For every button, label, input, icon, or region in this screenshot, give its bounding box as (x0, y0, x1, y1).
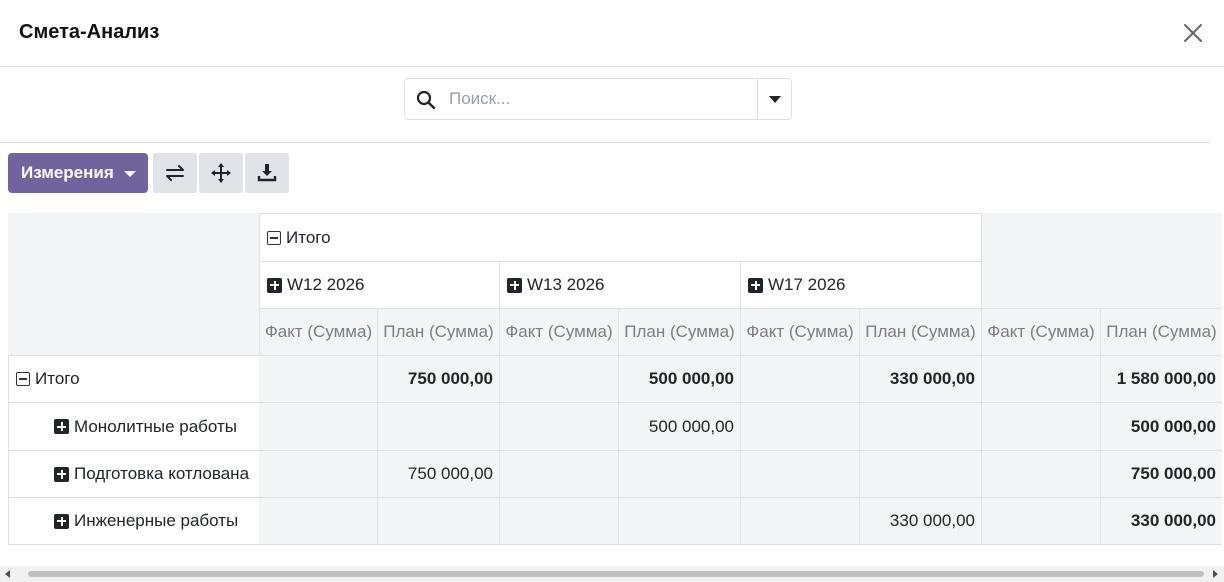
divider (0, 142, 1210, 143)
row-header[interactable]: Монолитные работы (8, 403, 260, 451)
pivot-cell[interactable]: 750 000,00 (378, 356, 500, 403)
pivot-cell[interactable] (619, 498, 741, 545)
search-bar (404, 78, 792, 120)
expand-all-icon (211, 163, 231, 183)
horizontal-scrollbar[interactable] (0, 566, 1224, 582)
pivot-cell[interactable]: 750 000,00 (1101, 451, 1222, 498)
plus-square-icon (267, 277, 282, 293)
row-header-label: Монолитные работы (74, 416, 237, 436)
close-button[interactable] (1178, 18, 1208, 48)
pivot-cell[interactable] (982, 498, 1101, 545)
measure-header[interactable]: План (Сумма) (619, 309, 741, 356)
pivot-cell[interactable] (982, 356, 1101, 403)
pivot-cell[interactable] (259, 403, 378, 451)
pivot-cell[interactable] (741, 498, 860, 545)
pivot-cell[interactable] (860, 403, 982, 451)
minus-square-icon (16, 372, 30, 386)
pivot-cell[interactable] (500, 356, 619, 403)
download-button[interactable] (245, 153, 289, 193)
row-header-total[interactable]: Итого (8, 356, 260, 403)
col-header-group[interactable]: W13 2026 (500, 262, 741, 309)
pivot-cell[interactable]: 500 000,00 (1101, 403, 1222, 451)
col-header-filler (982, 213, 1222, 309)
pivot-cell[interactable] (378, 403, 500, 451)
measure-header[interactable]: План (Сумма) (378, 309, 500, 356)
pivot-cell[interactable] (259, 356, 378, 403)
pivot-corner (8, 213, 260, 356)
pivot-cell[interactable] (741, 356, 860, 403)
measure-header[interactable]: Факт (Сумма) (741, 309, 860, 356)
pivot-cell[interactable] (259, 498, 378, 545)
pivot-cell[interactable] (500, 498, 619, 545)
expand-all-button[interactable] (199, 153, 243, 193)
pivot-cell[interactable]: 330 000,00 (860, 498, 982, 545)
measure-header[interactable]: Факт (Сумма) (500, 309, 619, 356)
measure-header[interactable]: Факт (Сумма) (259, 309, 378, 356)
row-header[interactable]: Инженерные работы (8, 498, 260, 545)
scroll-right-icon[interactable] (1213, 570, 1218, 578)
pivot-cell[interactable] (741, 451, 860, 498)
col-header-group[interactable]: W17 2026 (741, 262, 982, 309)
pivot-cell[interactable] (982, 451, 1101, 498)
minus-square-icon (267, 230, 281, 245)
plus-square-icon (748, 277, 763, 293)
pivot-cell[interactable] (860, 451, 982, 498)
pivot-cell[interactable]: 750 000,00 (378, 451, 500, 498)
search-icon (416, 90, 436, 110)
pivot-cell[interactable]: 500 000,00 (619, 403, 741, 451)
flip-axis-button[interactable] (153, 153, 197, 193)
col-header-group[interactable]: W12 2026 (259, 262, 500, 309)
close-icon (1184, 24, 1202, 42)
flip-axis-icon (166, 165, 184, 181)
measure-header[interactable]: План (Сумма) (1101, 309, 1222, 356)
pivot-cell[interactable]: 330 000,00 (1101, 498, 1222, 545)
pivot-cell[interactable]: 330 000,00 (860, 356, 982, 403)
measures-dropdown-button[interactable]: Измерения (8, 153, 148, 193)
scroll-left-icon[interactable] (5, 570, 10, 578)
plus-square-icon (54, 419, 69, 434)
pivot-cell[interactable]: 1 580 000,00 (1101, 356, 1222, 403)
scrollbar-thumb[interactable] (28, 571, 1204, 577)
row-header-label: Инженерные работы (74, 511, 239, 530)
caret-down-icon (769, 96, 781, 103)
row-header-label: Итого (35, 369, 80, 388)
download-icon (257, 164, 277, 182)
pivot-table: Итого W12 2026 W13 2026 W17 2026 Факт (С… (8, 213, 1222, 545)
pivot-cell[interactable] (259, 451, 378, 498)
pivot-cell[interactable] (378, 498, 500, 545)
pivot-cell[interactable] (619, 451, 741, 498)
plus-square-icon (507, 277, 522, 293)
pivot-cell[interactable] (500, 403, 619, 451)
search-options-toggle[interactable] (757, 79, 792, 119)
measures-label: Измерения (21, 163, 114, 182)
pivot-cell[interactable] (500, 451, 619, 498)
plus-square-icon (54, 466, 69, 482)
caret-down-icon (124, 171, 136, 177)
col-header-total-label: Итого (286, 227, 331, 247)
col-header-total[interactable]: Итого (259, 213, 982, 262)
measure-header[interactable]: Факт (Сумма) (982, 309, 1101, 356)
row-header-label: Подготовка котлована (74, 464, 250, 483)
search-input[interactable] (449, 87, 749, 111)
col-group-label: W13 2026 (527, 275, 605, 294)
plus-square-icon (54, 513, 69, 529)
col-group-label: W17 2026 (768, 275, 846, 294)
pivot-cell[interactable]: 500 000,00 (619, 356, 741, 403)
modal-header: Смета-Анализ (0, 0, 1224, 67)
row-header[interactable]: Подготовка котлована (8, 451, 260, 498)
measure-header[interactable]: План (Сумма) (860, 309, 982, 356)
pivot-cell[interactable] (741, 403, 860, 451)
pivot-cell[interactable] (982, 403, 1101, 451)
col-group-label: W12 2026 (287, 275, 365, 294)
modal-title: Смета-Анализ (19, 21, 160, 43)
